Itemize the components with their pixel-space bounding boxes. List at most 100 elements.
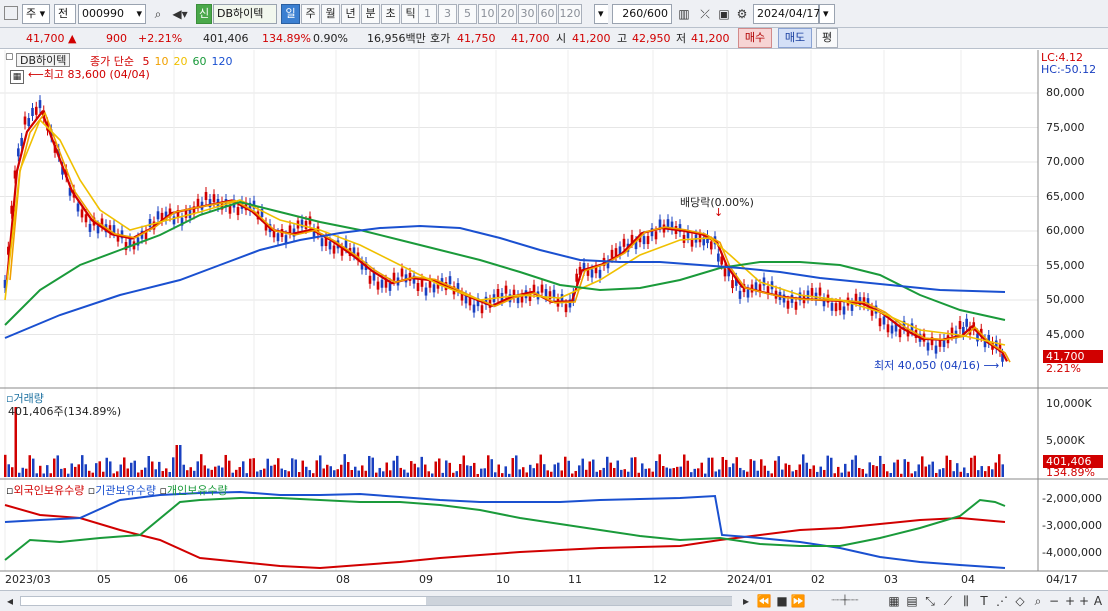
volume-bar (854, 455, 857, 477)
date-axis-tick: 02 (811, 573, 825, 586)
volume-value: 401,406 (203, 32, 249, 45)
compare-icon[interactable]: ▤ (904, 593, 920, 609)
volume-bar (154, 469, 157, 477)
text-icon[interactable]: T (976, 593, 992, 609)
candle-body (810, 288, 814, 297)
avg-button[interactable]: 평 (816, 28, 838, 48)
sell-button[interactable]: 매도 (778, 28, 812, 48)
scroll-right-icon[interactable]: ▸ (738, 593, 754, 609)
trend-icon[interactable]: ⟋ (940, 593, 956, 609)
volume-bar (56, 455, 59, 477)
stock-chart[interactable] (0, 50, 1108, 590)
minute-120-button[interactable]: 120 (558, 4, 582, 24)
code-input[interactable]: 000990 ▾ (78, 4, 146, 24)
candle-body (666, 219, 670, 228)
scroll-left-icon[interactable]: ◂ (2, 593, 18, 609)
candle-body (658, 219, 662, 228)
volume-bar (980, 466, 983, 477)
low-note-text: 최저 40,050 (04/16) (874, 359, 981, 372)
stock-name-value: DB하이텍 (217, 7, 264, 20)
candle-body (818, 287, 822, 296)
minute-1-button[interactable]: 1 (418, 4, 437, 24)
date-input[interactable]: 2024/04/17 (753, 4, 820, 24)
minute-10-button[interactable]: 10 (478, 4, 497, 24)
volume-bar (427, 471, 430, 477)
volume-bar (725, 459, 728, 477)
volume-bar (231, 472, 234, 477)
volume-bar (186, 470, 189, 477)
candle-body (304, 220, 308, 229)
minute-3-button[interactable]: 3 (438, 4, 457, 24)
volume-bar (336, 469, 339, 477)
candle-icon[interactable]: ▥ (676, 6, 692, 22)
candle-body (614, 248, 618, 257)
save-icon[interactable]: ▣ (716, 6, 732, 22)
volume-bar (263, 468, 266, 477)
gear-icon[interactable]: ⚙ (734, 6, 750, 22)
minute-20-button[interactable]: 20 (498, 4, 517, 24)
stock-name[interactable]: DB하이텍 (213, 4, 277, 24)
volume-bar (417, 467, 420, 477)
candle-body (564, 304, 568, 313)
shape-icon[interactable]: ◇ (1012, 593, 1028, 609)
period-5-button[interactable]: 초 (381, 4, 400, 24)
pattern-icon[interactable]: ⋰ (994, 593, 1010, 609)
price-type-select[interactable]: 전 (54, 4, 76, 24)
volume-bar (354, 466, 357, 477)
period-3-button[interactable]: 년 (341, 4, 360, 24)
period-4-button[interactable]: 분 (361, 4, 380, 24)
candle-body (786, 300, 790, 309)
buy-button[interactable]: 매수 (738, 28, 772, 48)
volume-tag-pct: 134.89% (1046, 466, 1095, 479)
count-input[interactable]: 260/600 (612, 4, 672, 24)
font-size-icon[interactable]: A (1090, 593, 1106, 609)
candle-body (890, 325, 894, 334)
speaker-icon[interactable]: ◀▾ (168, 6, 192, 22)
volume-bar (252, 458, 255, 477)
volume-bar (595, 471, 598, 477)
chart-settings-icon[interactable] (4, 6, 18, 20)
minute-30-button[interactable]: 30 (518, 4, 537, 24)
fib-icon[interactable]: ⫼ (958, 593, 974, 609)
period-2-button[interactable]: 월 (321, 4, 340, 24)
volume-bar (168, 472, 171, 477)
stock-tag: DB하이텍 (16, 53, 71, 67)
volume-bar (214, 466, 217, 477)
volume-bar (935, 472, 938, 477)
candle-body (834, 303, 838, 312)
view-mode-select[interactable]: 주 ▾ (22, 4, 50, 24)
volume-bar (147, 456, 150, 477)
volume-bar (224, 454, 227, 477)
volume-bar (893, 462, 896, 477)
stop-icon[interactable]: ■ (774, 593, 790, 609)
scrollbar-thumb[interactable] (426, 597, 732, 605)
volume-bar (872, 465, 875, 477)
minute-5-button[interactable]: 5 (458, 4, 477, 24)
rewind-icon[interactable]: ⏪ (756, 593, 772, 609)
minute-60-button[interactable]: 60 (538, 4, 557, 24)
calendar-icon[interactable]: ▾ (819, 4, 835, 24)
period-1-button[interactable]: 주 (301, 4, 320, 24)
unit-select[interactable]: ▾ (594, 4, 608, 24)
calendar-icon[interactable]: ▦ (10, 70, 24, 84)
price-axis-tick: 50,000 (1046, 293, 1085, 306)
volume-bar (896, 459, 899, 477)
zoom-out-icon[interactable]: − (1046, 593, 1062, 609)
grid-icon[interactable]: ▦ (886, 593, 902, 609)
volume-bar (522, 467, 525, 477)
chart-type-icon[interactable]: ⤫ (697, 6, 713, 22)
volume-bar (441, 472, 444, 477)
volume-bar (837, 466, 840, 477)
search-icon[interactable]: ⌕ (150, 6, 166, 22)
candle-body (34, 106, 38, 115)
volume-bar (382, 471, 385, 477)
scrollbar[interactable] (20, 596, 732, 606)
period-0-button[interactable]: 일 (281, 4, 300, 24)
zoom-slider-icon[interactable]: ┈┈┼┈┈ (810, 593, 880, 609)
candle-body (806, 290, 810, 299)
draw-icon[interactable]: ⤡ (922, 593, 938, 609)
holdings-axis-tick: -4,000,000 (1042, 546, 1102, 559)
low-price: 41,200 (691, 32, 730, 45)
search-icon[interactable]: ⌕ (1030, 593, 1046, 609)
forward-icon[interactable]: ⏩ (790, 593, 806, 609)
